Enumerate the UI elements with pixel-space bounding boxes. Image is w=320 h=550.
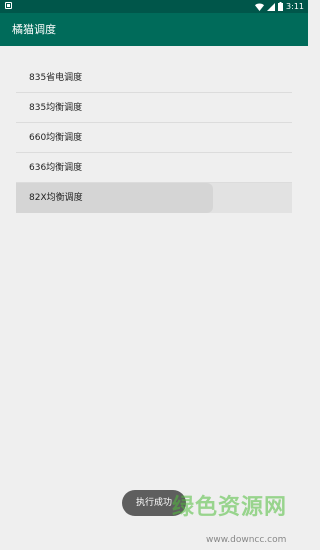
battery-icon: [278, 2, 284, 11]
list-item-label: 660均衡调度: [29, 133, 83, 143]
signal-icon: [267, 2, 276, 11]
status-time: 3:11: [286, 2, 304, 11]
app-title: 橘猫调度: [12, 23, 56, 36]
schedule-list: 835省电调度 835均衡调度 660均衡调度 636均衡调度 82X均衡调度: [16, 63, 292, 213]
wifi-icon: [255, 3, 265, 11]
list-item-label: 835均衡调度: [29, 103, 83, 113]
list-item-660-balanced[interactable]: 660均衡调度: [16, 123, 292, 153]
status-icons: 3:11: [255, 1, 304, 12]
list-item-label: 835省电调度: [29, 73, 83, 83]
list-item-82x-balanced[interactable]: 82X均衡调度: [16, 183, 292, 213]
list-item-label: 636均衡调度: [29, 163, 83, 173]
list-item-835-power-save[interactable]: 835省电调度: [16, 63, 292, 93]
status-bar: 3:11: [0, 0, 308, 13]
app-bar: 橘猫调度: [0, 13, 308, 46]
list-item-636-balanced[interactable]: 636均衡调度: [16, 153, 292, 183]
list-item-835-balanced[interactable]: 835均衡调度: [16, 93, 292, 123]
watermark-logo-text: 绿色资源网: [172, 495, 288, 520]
watermark-url: www.downcc.com: [206, 535, 287, 545]
notification-icon: [5, 2, 12, 9]
list-item-label: 82X均衡调度: [29, 193, 83, 203]
